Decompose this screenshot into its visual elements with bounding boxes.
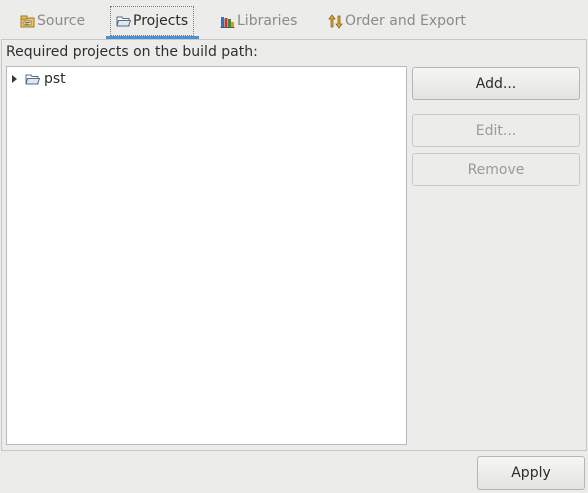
tab-order-and-export-label: Order and Export bbox=[345, 13, 466, 29]
open-folder-icon bbox=[116, 14, 132, 29]
edit-button[interactable]: Edit... bbox=[412, 114, 580, 147]
tab-libraries[interactable]: Libraries bbox=[220, 6, 297, 36]
tab-strip: Source Projects Libraries Order and Expo… bbox=[0, 0, 588, 40]
java-build-path-dialog: Source Projects Libraries Order and Expo… bbox=[0, 0, 588, 493]
tab-source-label: Source bbox=[37, 13, 86, 29]
tab-projects-label: Projects bbox=[133, 13, 189, 29]
apply-button[interactable]: Apply bbox=[477, 456, 585, 490]
tree-item-label: pst bbox=[44, 71, 66, 87]
add-button[interactable]: Add... bbox=[412, 67, 580, 100]
required-projects-label: Required projects on the build path: bbox=[6, 44, 258, 60]
tab-source[interactable]: Source bbox=[20, 6, 85, 36]
libraries-icon bbox=[220, 14, 235, 29]
source-folder-icon bbox=[20, 14, 35, 29]
tab-libraries-label: Libraries bbox=[237, 13, 298, 29]
tab-order-and-export[interactable]: Order and Export bbox=[328, 6, 466, 36]
tab-projects[interactable]: Projects bbox=[110, 6, 195, 36]
project-folder-icon bbox=[25, 72, 41, 87]
expand-arrow-icon[interactable] bbox=[9, 72, 21, 86]
remove-button[interactable]: Remove bbox=[412, 153, 580, 186]
tree-item-pst[interactable]: pst bbox=[9, 69, 72, 89]
order-export-icon bbox=[328, 13, 343, 29]
projects-tree[interactable]: pst bbox=[6, 66, 407, 445]
